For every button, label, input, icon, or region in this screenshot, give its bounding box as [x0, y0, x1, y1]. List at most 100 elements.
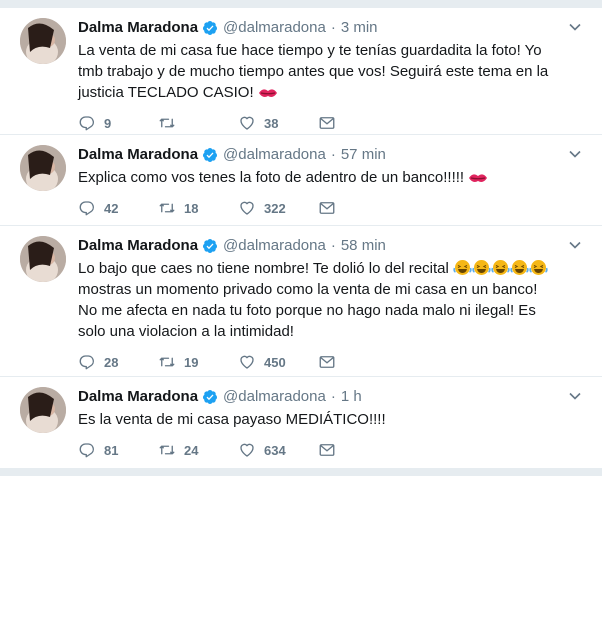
envelope-icon — [319, 117, 335, 129]
avatar[interactable] — [20, 387, 66, 433]
envelope-icon — [319, 356, 335, 368]
avatar[interactable] — [20, 145, 66, 191]
like-count: 322 — [264, 200, 286, 216]
retweet-icon — [159, 445, 175, 455]
retweet-button[interactable]: 18 — [158, 199, 238, 217]
heart-icon — [240, 116, 254, 130]
separator-dot: · — [330, 19, 336, 36]
laughing-emoji-group — [453, 260, 548, 277]
retweet-count: 24 — [184, 442, 199, 458]
tweet-text-part-2: mostras un momento privado como la venta… — [78, 281, 538, 340]
laughing-emoji — [453, 260, 472, 275]
like-button[interactable]: 634 — [238, 441, 318, 459]
display-name[interactable]: Dalma Maradona — [78, 18, 198, 38]
chevron-down-icon[interactable] — [568, 238, 582, 252]
separator-dot: · — [330, 237, 336, 254]
reply-icon — [79, 116, 94, 131]
direct-message-button[interactable] — [318, 353, 398, 371]
like-count: 38 — [264, 115, 279, 131]
tweet-actions: 28 19 450 — [78, 352, 594, 372]
reply-button[interactable]: 42 — [78, 199, 158, 217]
chevron-down-icon[interactable] — [568, 147, 582, 161]
heart-icon — [240, 201, 254, 215]
retweet-button[interactable]: 24 — [158, 441, 238, 459]
verified-badge-icon — [203, 148, 218, 162]
verified-badge-icon — [203, 390, 218, 404]
tweet-text-part-1: Lo bajo que caes no tiene nombre! Te dol… — [78, 260, 453, 277]
display-name[interactable]: Dalma Maradona — [78, 236, 198, 256]
tweet-text: Es la venta de mi casa payaso MEDIÁTICO!… — [78, 409, 558, 430]
tweet-text-content: Es la venta de mi casa payaso MEDIÁTICO!… — [78, 411, 386, 428]
tweet-card[interactable]: Dalma Maradona @dalmaradona · 3 min La v… — [0, 8, 602, 135]
timestamp[interactable]: 58 min — [341, 236, 386, 256]
tweet-header: Dalma Maradona @dalmaradona · 3 min — [78, 18, 594, 38]
envelope-icon — [319, 202, 335, 214]
handle[interactable]: @dalmaradona — [223, 236, 326, 256]
timestamp[interactable]: 1 h — [341, 387, 362, 407]
retweet-button[interactable]: 19 — [158, 353, 238, 371]
kiss-emoji — [469, 174, 488, 182]
retweet-icon — [159, 118, 175, 128]
like-button[interactable]: 38 — [238, 114, 318, 132]
reply-count: 42 — [104, 200, 119, 216]
chevron-down-icon[interactable] — [568, 20, 582, 34]
tweet-text-content: La venta de mi casa fue hace tiempo y te… — [78, 42, 549, 101]
handle[interactable]: @dalmaradona — [223, 145, 326, 165]
tweet-card[interactable]: Dalma Maradona @dalmaradona · 58 min Lo … — [0, 226, 602, 377]
separator-dot: · — [330, 388, 336, 405]
retweet-icon — [159, 203, 175, 213]
tweet-header: Dalma Maradona @dalmaradona · 1 h — [78, 387, 594, 407]
laughing-emoji — [491, 260, 510, 275]
tweet-actions: 42 18 322 — [78, 198, 594, 218]
laughing-emoji — [510, 260, 529, 275]
separator-dot: · — [330, 146, 336, 163]
kiss-emoji — [258, 89, 277, 97]
timestamp[interactable]: 3 min — [341, 18, 378, 38]
reply-count: 81 — [104, 442, 119, 458]
reply-count: 28 — [104, 354, 119, 370]
verified-badge-icon — [203, 239, 218, 253]
like-button[interactable]: 322 — [238, 199, 318, 217]
tweet-actions: 81 24 634 — [78, 440, 594, 460]
like-count: 450 — [264, 354, 286, 370]
reply-icon — [79, 443, 94, 458]
tweet-card[interactable]: Dalma Maradona @dalmaradona · 1 h Es la … — [0, 377, 602, 468]
direct-message-button[interactable] — [318, 199, 398, 217]
like-button[interactable]: 450 — [238, 353, 318, 371]
reply-icon — [79, 355, 94, 370]
reply-button[interactable]: 28 — [78, 353, 158, 371]
like-count: 634 — [264, 442, 286, 458]
tweet-text: Explica como vos tenes la foto de adentr… — [78, 167, 558, 188]
reply-button[interactable]: 81 — [78, 441, 158, 459]
avatar[interactable] — [20, 18, 66, 64]
timestamp[interactable]: 57 min — [341, 145, 386, 165]
handle[interactable]: @dalmaradona — [223, 18, 326, 38]
envelope-icon — [319, 444, 335, 456]
heart-icon — [240, 443, 254, 457]
avatar[interactable] — [20, 236, 66, 282]
laughing-emoji — [472, 260, 491, 275]
laughing-emoji — [529, 260, 548, 275]
tweet-text: Lo bajo que caes no tiene nombre! Te dol… — [78, 258, 558, 342]
reply-button[interactable]: 9 — [78, 114, 158, 132]
tweet-actions: 9 38 — [78, 113, 594, 133]
tweet-text-content: Explica como vos tenes la foto de adentr… — [78, 169, 469, 186]
tweet-header: Dalma Maradona @dalmaradona · 58 min — [78, 236, 594, 256]
heart-icon — [240, 355, 254, 369]
tweet-feed: Dalma Maradona @dalmaradona · 3 min La v… — [0, 0, 602, 476]
chevron-down-icon[interactable] — [568, 389, 582, 403]
retweet-count: 19 — [184, 354, 199, 370]
tweet-card[interactable]: Dalma Maradona @dalmaradona · 57 min Exp… — [0, 135, 602, 226]
direct-message-button[interactable] — [318, 441, 398, 459]
tweet-header: Dalma Maradona @dalmaradona · 57 min — [78, 145, 594, 165]
direct-message-button[interactable] — [318, 114, 398, 132]
display-name[interactable]: Dalma Maradona — [78, 145, 198, 165]
reply-count: 9 — [104, 115, 112, 131]
handle[interactable]: @dalmaradona — [223, 387, 326, 407]
retweet-icon — [159, 357, 175, 367]
retweet-button[interactable] — [158, 114, 238, 132]
verified-badge-icon — [203, 21, 218, 35]
retweet-count: 18 — [184, 200, 199, 216]
display-name[interactable]: Dalma Maradona — [78, 387, 198, 407]
reply-icon — [79, 201, 94, 216]
